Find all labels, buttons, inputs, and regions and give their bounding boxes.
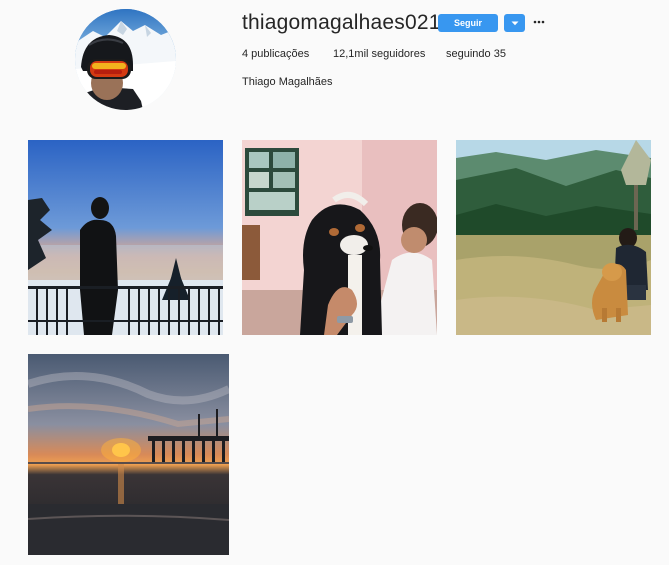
followers-link[interactable]: 12,1mil seguidores [333, 48, 425, 61]
post-tile-2[interactable] [242, 140, 437, 335]
post-tile-1[interactable] [28, 140, 223, 335]
photo-bernese-mountain-dog [242, 140, 437, 335]
profile-full-name: Thiago Magalhães [242, 76, 333, 88]
follow-button[interactable]: Seguir [438, 14, 498, 32]
suggestions-dropdown-button[interactable] [504, 14, 525, 32]
profile-username: thiagomagalhaes021 [242, 11, 441, 34]
profile-photo-skier-icon [75, 9, 176, 110]
post-tile-4[interactable] [28, 354, 229, 555]
profile-avatar[interactable] [75, 9, 176, 110]
more-options-button[interactable] [532, 17, 546, 27]
following-link[interactable]: seguindo 35 [446, 48, 506, 61]
more-options-icon [533, 20, 545, 24]
photo-golden-retriever-mountains [456, 140, 651, 335]
photo-pier-sunset-beach [28, 354, 229, 555]
post-tile-3[interactable] [456, 140, 651, 335]
photo-man-silhouette-sunset [28, 140, 223, 335]
chevron-down-icon [511, 21, 518, 25]
posts-count: 4 publicações [242, 48, 310, 60]
